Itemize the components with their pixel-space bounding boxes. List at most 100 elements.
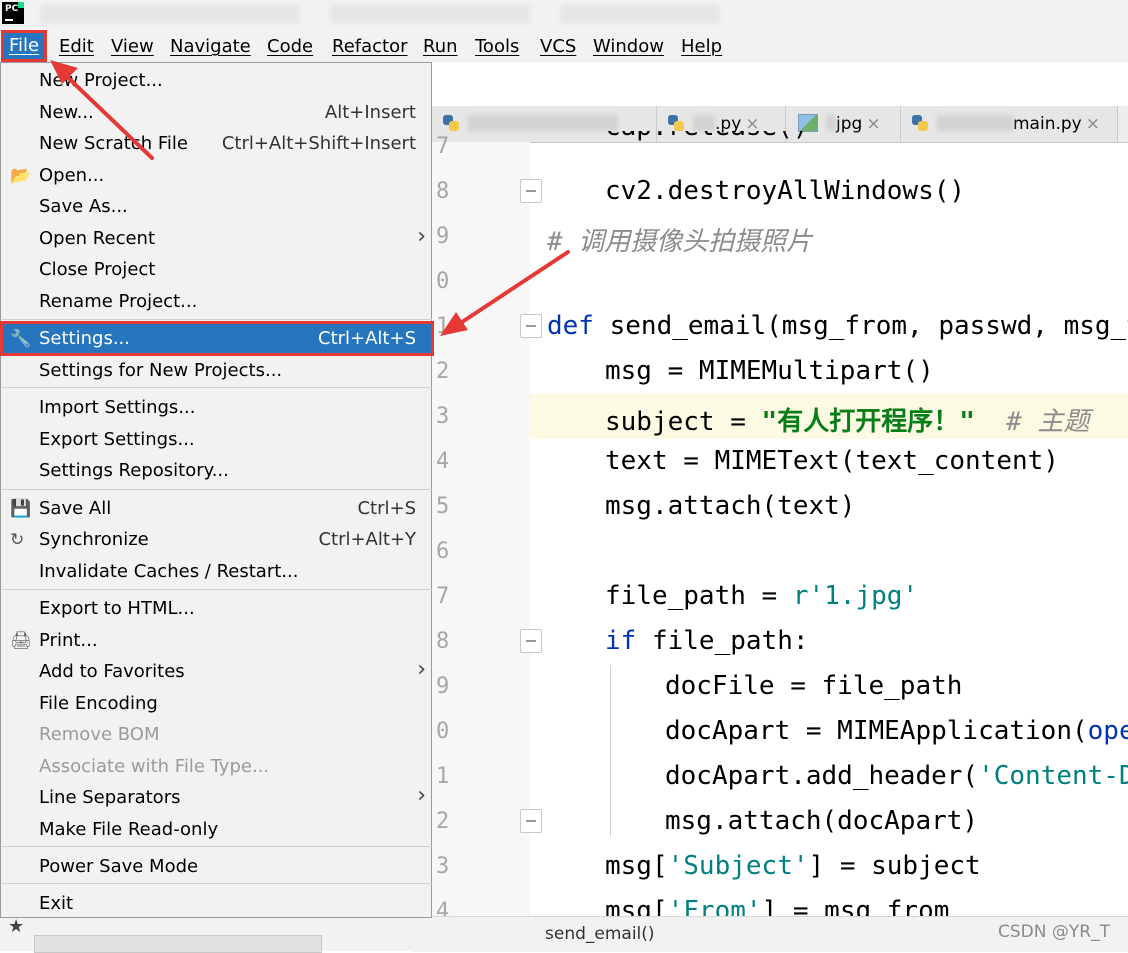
menu-item-new-scratch-file[interactable]: New Scratch File Ctrl+Alt+Shift+Insert [2, 128, 432, 159]
indent-guide [610, 665, 611, 837]
image-file-icon [798, 114, 818, 132]
menu-separator [2, 319, 432, 320]
code-line[interactable]: docFile = file_path [665, 671, 962, 701]
menu-separator [2, 589, 432, 590]
code-line[interactable]: msg['Subject'] = subject [605, 851, 981, 881]
menu-vcs[interactable]: VCS [540, 36, 576, 57]
code-line[interactable]: docApart = MIMEApplication(open [665, 716, 1128, 746]
menu-item-file-encoding[interactable]: File Encoding [2, 688, 432, 719]
menu-file[interactable]: File [1, 30, 47, 62]
python-file-icon [442, 114, 460, 132]
blurred-title [40, 4, 300, 24]
menu-item-associate-file-type: Associate with File Type... [39, 756, 270, 777]
sync-icon: ↻ [10, 530, 25, 550]
code-line[interactable]: msg = MIMEMultipart() [605, 356, 934, 386]
menu-separator [2, 387, 432, 388]
save-icon: 💾 [10, 499, 32, 519]
menu-separator [2, 489, 432, 490]
blurred-tab-label [693, 115, 715, 131]
menu-view[interactable]: View [111, 36, 154, 57]
line-number: 0 [436, 719, 450, 744]
menu-item-export-to-html[interactable]: Export to HTML... [2, 593, 432, 624]
close-tab-icon[interactable]: × [866, 114, 880, 134]
menu-tools[interactable]: Tools [475, 36, 519, 57]
code-line[interactable]: if file_path: [605, 626, 809, 656]
line-number: 4 [436, 449, 450, 474]
editor-tab[interactable]: main.py × [901, 106, 1118, 142]
menu-item-exit[interactable]: Exit [2, 888, 432, 919]
tab-label: main.py [1013, 114, 1082, 134]
python-file-icon [667, 114, 685, 132]
code-line[interactable]: cv2.destroyAllWindows() [605, 176, 965, 206]
code-line[interactable]: cap.release() [605, 131, 809, 143]
fold-marker-icon[interactable] [520, 314, 542, 338]
menu-item-make-read-only[interactable]: Make File Read-only [2, 814, 432, 845]
line-number: 3 [436, 854, 450, 879]
fold-marker-icon[interactable] [520, 179, 542, 203]
menu-item-settings-new-projects[interactable]: Settings for New Projects... [2, 355, 432, 386]
fold-marker-icon[interactable] [520, 809, 542, 833]
title-bar: PC [0, 0, 1128, 30]
menu-item-line-separators[interactable]: Line Separators › [2, 782, 432, 813]
menu-item-settings[interactable]: 🔧 Settings... Ctrl+Alt+S [0, 321, 434, 356]
menu-refactor[interactable]: Refactor [332, 36, 408, 57]
menu-navigate[interactable]: Navigate [170, 36, 251, 57]
line-number: 5 [436, 494, 450, 519]
line-number: 7 [436, 134, 450, 159]
code-line[interactable]: file_path = r'1.jpg' [605, 581, 918, 611]
menu-run[interactable]: Run [423, 36, 458, 57]
code-comment[interactable]: # 调用摄像头拍摄照片 [547, 221, 812, 258]
blurred-panel [34, 935, 322, 953]
menu-item-rename-project[interactable]: Rename Project... [2, 286, 432, 317]
editor-gutter [432, 142, 530, 916]
menu-item-close-project[interactable]: Close Project [2, 254, 432, 285]
line-number: 2 [436, 359, 450, 384]
close-tab-icon[interactable]: × [1086, 114, 1100, 134]
watermark: CSDN @YR_T [998, 922, 1110, 942]
wrench-icon: 🔧 [10, 329, 32, 349]
menu-item-open-recent[interactable]: Open Recent › [2, 223, 432, 254]
menu-item-save-all[interactable]: 💾 Save All Ctrl+S [2, 493, 432, 524]
code-line[interactable]: msg.attach(docApart) [665, 806, 978, 836]
line-number: 7 [436, 584, 450, 609]
menu-item-settings-repository[interactable]: Settings Repository... [2, 455, 432, 486]
blurred-tab-label [937, 115, 1013, 131]
fold-marker-icon[interactable] [520, 629, 542, 653]
favorites-star-icon[interactable]: ★ [8, 916, 24, 937]
blurred-title [560, 4, 720, 24]
menu-item-synchronize[interactable]: ↻ Synchronize Ctrl+Alt+Y [2, 524, 432, 555]
menu-item-print[interactable]: 🖨 Print... [2, 625, 432, 656]
menu-separator [2, 883, 432, 884]
code-line[interactable]: subject = "有人打开程序！" # 主题 [605, 401, 1089, 438]
menu-item-export-settings[interactable]: Export Settings... [2, 424, 432, 455]
code-line[interactable]: msg['From'] = msg_from [605, 896, 949, 916]
breadcrumb[interactable]: send_email() [545, 924, 655, 944]
menu-edit[interactable]: Edit [59, 36, 94, 57]
menu-window[interactable]: Window [593, 36, 664, 57]
code-line[interactable]: def send_email(msg_from, passwd, msg_to [547, 311, 1128, 341]
file-menu-dropdown: New Project... New... Alt+Insert New Scra… [0, 62, 434, 919]
menu-item-invalidate-caches[interactable]: Invalidate Caches / Restart... [2, 556, 432, 587]
line-number: 8 [436, 179, 450, 204]
code-line[interactable]: docApart.add_header('Content-D [665, 761, 1128, 791]
pycharm-logo-icon: PC [2, 2, 24, 24]
menu-code[interactable]: Code [267, 36, 313, 57]
menu-item-import-settings[interactable]: Import Settings... [2, 392, 432, 423]
code-line[interactable]: msg.attach(text) [605, 491, 855, 521]
menu-help[interactable]: Help [681, 36, 722, 57]
menu-item-new[interactable]: New... Alt+Insert [2, 97, 432, 128]
line-number: 0 [436, 269, 450, 294]
code-line[interactable]: text = MIMEText(text_content) [605, 446, 1059, 476]
menu-item-new-project[interactable]: New Project... [2, 65, 432, 96]
menu-item-add-to-favorites[interactable]: Add to Favorites › [2, 656, 432, 687]
line-number: 3 [436, 404, 450, 429]
menu-item-save-as[interactable]: Save As... [2, 191, 432, 222]
menu-item-power-save-mode[interactable]: Power Save Mode [2, 851, 432, 882]
print-icon: 🖨 [10, 631, 32, 651]
line-number: 9 [436, 224, 450, 249]
blurred-title [330, 4, 530, 24]
menu-item-open[interactable]: 📂 Open... [2, 160, 432, 191]
line-number: 8 [436, 629, 450, 654]
line-number: 2 [436, 809, 450, 834]
blurred-tab-label [468, 115, 618, 131]
